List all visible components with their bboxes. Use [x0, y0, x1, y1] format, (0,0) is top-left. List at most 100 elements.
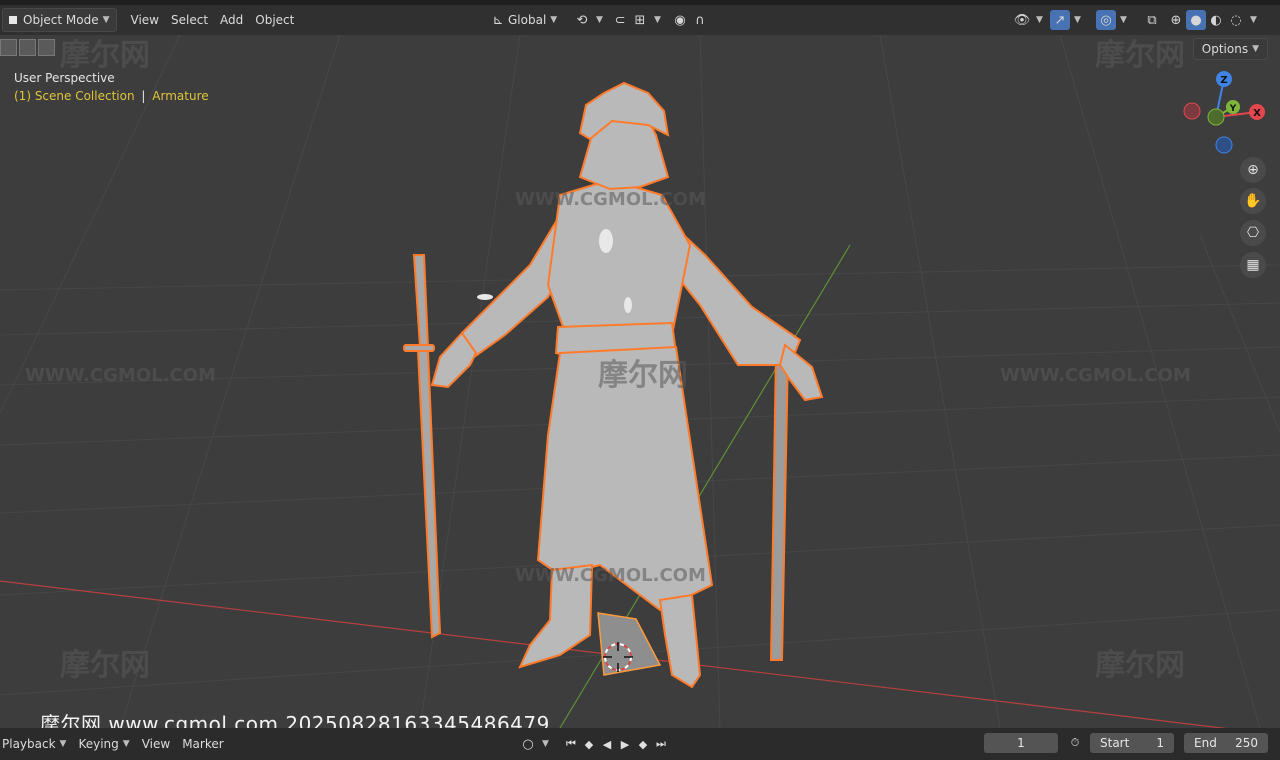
next-keyframe-icon[interactable]: ◆	[634, 735, 652, 753]
gizmo-toggle[interactable]: ↗ ▼	[1044, 9, 1087, 31]
jump-end-icon[interactable]: ⏭	[652, 735, 670, 753]
staff-mesh[interactable]	[769, 352, 790, 661]
end-label: End	[1194, 736, 1217, 750]
select-new-icon[interactable]	[0, 39, 17, 56]
chevron-down-icon: ▼	[596, 15, 603, 25]
auto-keying-toggle[interactable]: ○ ▼	[512, 733, 555, 755]
perspective-grid-icon[interactable]: ▦	[1240, 252, 1266, 278]
menu-add[interactable]: Add	[214, 9, 249, 31]
gizmo-y-label: Y	[1229, 104, 1237, 114]
selection-mode-buttons[interactable]	[0, 39, 55, 56]
chevron-down-icon: ▼	[1250, 15, 1257, 25]
chevron-down-icon: ▼	[654, 15, 661, 25]
hand-pan-icon[interactable]: ✋	[1240, 188, 1266, 214]
start-label: Start	[1100, 736, 1130, 750]
mode-dropdown[interactable]: Object Mode ▼	[2, 8, 117, 32]
chevron-down-icon: ▼	[1252, 44, 1259, 54]
falloff-curve-icon: ∩	[695, 12, 705, 28]
url-watermark: WWW.CGMOL.COM	[1000, 365, 1191, 386]
proportional-edit-toggle[interactable]: ◉ ∩	[664, 9, 716, 31]
select-extend-icon[interactable]	[19, 39, 36, 56]
proportional-edit-icon: ◉	[674, 12, 686, 28]
pivot-point-dropdown[interactable]: ⟲ ▼	[566, 9, 609, 31]
logo-watermark: 摩尔网	[1095, 38, 1185, 73]
menu-select[interactable]: Select	[165, 9, 214, 31]
end-frame-field[interactable]: End 250	[1184, 733, 1268, 753]
eye-icon: 👁	[1013, 12, 1031, 28]
solid-shading-icon[interactable]: ●	[1186, 10, 1206, 30]
chevron-down-icon: ▼	[59, 739, 67, 749]
current-frame-value: 1	[1017, 736, 1025, 750]
viewport-info-overlay: User Perspective (1) Scene Collection | …	[14, 69, 209, 105]
start-frame-field[interactable]: Start 1	[1090, 733, 1174, 753]
snap-target-icon: ⊞	[634, 12, 646, 28]
object-mode-icon	[9, 16, 17, 24]
scene-collection-text: (1) Scene Collection	[14, 89, 135, 103]
chevron-down-icon: ▼	[550, 15, 558, 25]
navigation-gizmo[interactable]: Z Y X	[1183, 71, 1265, 154]
options-label: Options	[1201, 42, 1249, 56]
stopwatch-icon[interactable]: ⏱	[1066, 734, 1084, 752]
magnet-icon: ⊂	[614, 12, 626, 28]
options-dropdown[interactable]: Options ▼	[1192, 38, 1268, 60]
jump-start-icon[interactable]: ⏮	[562, 735, 580, 753]
visibility-dropdown[interactable]: 👁 ▼	[1006, 9, 1049, 31]
timeline-view-menu[interactable]: View	[136, 733, 176, 755]
chevron-down-icon: ▼	[122, 739, 130, 749]
play-reverse-icon[interactable]: ◀	[598, 735, 616, 753]
gizmo-z-label: Z	[1220, 75, 1227, 86]
orientation-axes-icon: ⊾	[492, 12, 504, 28]
snap-toggle[interactable]: ⊂ ⊞ ▼	[604, 9, 667, 31]
overlay-icon: ◎	[1096, 10, 1116, 30]
current-frame-field[interactable]: 1	[984, 733, 1058, 753]
wireframe-shading-icon[interactable]: ⊕	[1166, 10, 1186, 30]
keying-menu[interactable]: Keying ▼	[72, 733, 135, 755]
3d-viewport[interactable]: 摩尔网 摩尔网 摩尔网 摩尔网 摩尔网 WWW.CGMOL.COM WWW.CG…	[0, 35, 1280, 728]
material-shading-icon[interactable]: ◐	[1206, 10, 1226, 30]
gizmo-x-label: X	[1253, 108, 1261, 119]
transform-orientation-dropdown[interactable]: ⊾ Global ▼	[482, 9, 563, 31]
play-icon[interactable]: ▶	[616, 735, 634, 753]
menu-view[interactable]: View	[125, 9, 165, 31]
url-watermark: WWW.CGMOL.COM	[515, 189, 706, 210]
logo-watermark: 摩尔网	[1095, 648, 1185, 683]
url-watermark: WWW.CGMOL.COM	[515, 565, 706, 586]
start-value: 1	[1156, 736, 1164, 750]
logo-watermark: 摩尔网	[598, 358, 688, 393]
end-value: 250	[1235, 736, 1258, 750]
camera-view-icon[interactable]: ⎔	[1240, 220, 1266, 246]
orientation-label: Global	[508, 13, 547, 27]
viewport-header: Object Mode ▼ View Select Add Object ⊾ G…	[0, 5, 1280, 35]
scene-canvas: 摩尔网 摩尔网 摩尔网 摩尔网 摩尔网 WWW.CGMOL.COM WWW.CG…	[0, 35, 1280, 728]
playback-label: Playback	[2, 737, 56, 751]
zoom-icon[interactable]: ⊕	[1240, 157, 1266, 183]
record-icon: ○	[522, 736, 534, 752]
rendered-shading-icon[interactable]: ◌	[1226, 10, 1246, 30]
chevron-down-icon: ▼	[1036, 15, 1043, 25]
menu-object[interactable]: Object	[249, 9, 300, 31]
collection-label: (1) Scene Collection | Armature	[14, 89, 209, 103]
pivot-icon: ⟲	[576, 12, 588, 28]
logo-watermark: 摩尔网	[60, 648, 150, 683]
chevron-down-icon: ▼	[1074, 15, 1081, 25]
shading-modes[interactable]: ⊕ ● ◐ ◌ ▼	[1160, 9, 1263, 31]
chevron-down-icon: ▼	[542, 739, 549, 749]
marker-menu[interactable]: Marker	[176, 733, 229, 755]
chevron-down-icon: ▼	[102, 15, 110, 25]
url-watermark: WWW.CGMOL.COM	[25, 365, 216, 386]
keying-label: Keying	[78, 737, 119, 751]
gizmo-icon: ↗	[1050, 10, 1070, 30]
mode-label: Object Mode	[23, 13, 99, 27]
xray-icon: ⧉	[1147, 12, 1157, 28]
perspective-label: User Perspective	[14, 71, 115, 85]
chevron-down-icon: ▼	[1120, 15, 1127, 25]
playback-menu[interactable]: Playback ▼	[0, 733, 72, 755]
timeline-header: Playback ▼ Keying ▼ View Marker ○ ▼ ⏮ ◆ …	[0, 728, 1280, 760]
katana-mesh[interactable]	[403, 254, 442, 639]
logo-watermark: 摩尔网	[60, 38, 150, 73]
prev-keyframe-icon[interactable]: ◆	[580, 735, 598, 753]
active-object-text: Armature	[152, 89, 209, 103]
overlay-toggle[interactable]: ◎ ▼	[1090, 9, 1133, 31]
playback-controls: ⏮ ◆ ◀ ▶ ◆ ⏭	[562, 735, 670, 753]
select-subtract-icon[interactable]	[38, 39, 55, 56]
